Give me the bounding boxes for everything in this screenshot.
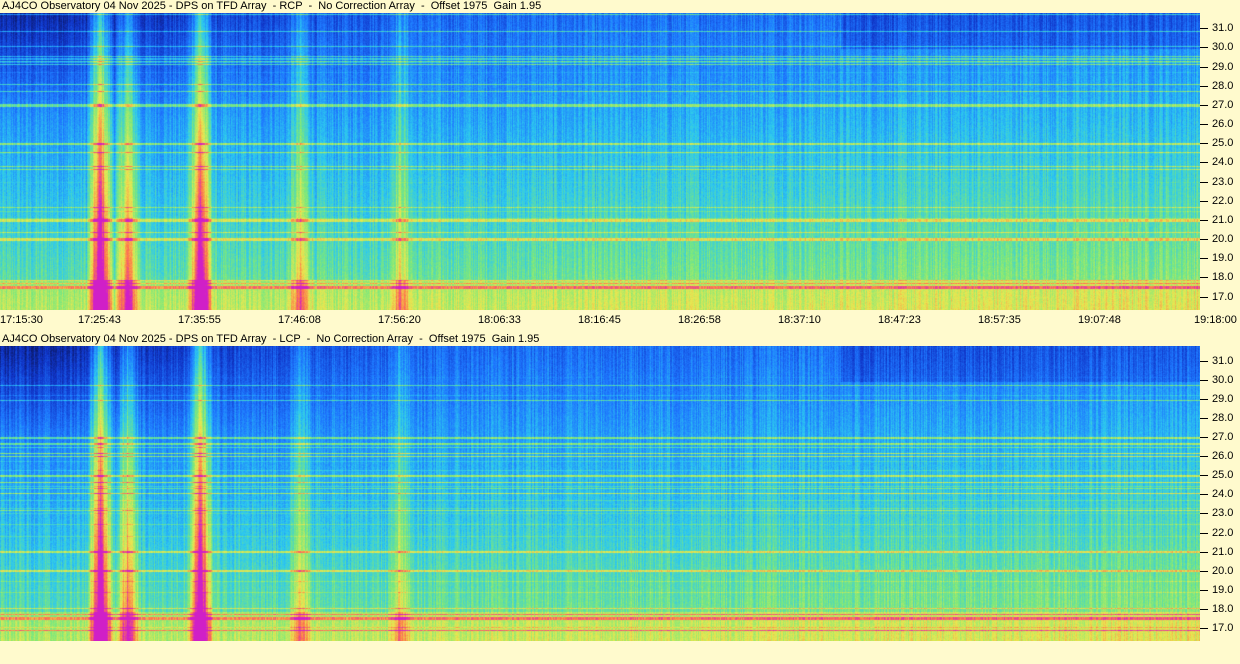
y-tick-mark (1200, 182, 1208, 183)
y-tick-mark (1200, 399, 1208, 400)
y-tick-label: 31.0 (1212, 355, 1234, 367)
y-tick-label: 29.0 (1212, 61, 1234, 73)
y-tick-label: 22.0 (1212, 195, 1234, 207)
x-tick-label: 17:25:43 (78, 314, 121, 326)
y-tick-label: 24.0 (1212, 488, 1234, 500)
y-tick-mark (1200, 494, 1208, 495)
y-tick-label: 17.0 (1212, 291, 1234, 303)
y-tick-label: 20.0 (1212, 233, 1234, 245)
x-tick-label: 17:35:55 (178, 314, 221, 326)
y-tick-label: 25.0 (1212, 469, 1234, 481)
y-tick-mark (1200, 124, 1208, 125)
rcp-panel-title: AJ4CO Observatory 04 Nov 2025 - DPS on T… (0, 0, 1240, 13)
y-tick-label: 27.0 (1212, 99, 1234, 111)
y-tick-label: 21.0 (1212, 214, 1234, 226)
y-tick-label: 22.0 (1212, 527, 1234, 539)
y-tick-label: 30.0 (1212, 41, 1234, 53)
y-tick-label: 28.0 (1212, 412, 1234, 424)
x-tick-label: 17:56:20 (378, 314, 421, 326)
x-tick-label: 17:15:30 (0, 314, 43, 326)
y-tick-mark (1200, 513, 1208, 514)
x-tick-label: 18:37:10 (778, 314, 821, 326)
x-tick-label: 18:57:35 (978, 314, 1021, 326)
x-tick-label: 19:18:00 (1194, 314, 1237, 326)
y-tick-mark (1200, 105, 1208, 106)
x-tick-label: 18:26:58 (678, 314, 721, 326)
y-tick-mark (1200, 47, 1208, 48)
y-tick-mark (1200, 571, 1208, 572)
y-tick-label: 31.0 (1212, 22, 1234, 34)
x-tick-label: 17:46:08 (278, 314, 321, 326)
y-tick-mark (1200, 380, 1208, 381)
y-tick-mark (1200, 361, 1208, 362)
y-tick-mark (1200, 201, 1208, 202)
y-tick-label: 18.0 (1212, 271, 1234, 283)
y-tick-mark (1200, 28, 1208, 29)
y-tick-mark (1200, 628, 1208, 629)
y-tick-mark (1200, 552, 1208, 553)
y-tick-mark (1200, 297, 1208, 298)
y-tick-mark (1200, 475, 1208, 476)
y-tick-label: 21.0 (1212, 546, 1234, 558)
x-tick-label: 18:16:45 (578, 314, 621, 326)
lcp-spectrogram (0, 346, 1200, 641)
y-tick-mark (1200, 86, 1208, 87)
y-tick-label: 23.0 (1212, 507, 1234, 519)
bottom-status-strip (0, 641, 1240, 664)
y-tick-mark (1200, 220, 1208, 221)
lcp-panel-title: AJ4CO Observatory 04 Nov 2025 - DPS on T… (0, 333, 1240, 346)
y-tick-label: 20.0 (1212, 565, 1234, 577)
rcp-time-axis: 17:15:30 17:25:43 17:35:55 17:46:08 17:56:20… (0, 310, 1240, 330)
y-tick-label: 30.0 (1212, 374, 1234, 386)
x-tick-label: 18:47:23 (878, 314, 921, 326)
y-tick-label: 19.0 (1212, 252, 1234, 264)
y-tick-label: 19.0 (1212, 584, 1234, 596)
y-tick-label: 18.0 (1212, 603, 1234, 615)
y-tick-mark (1200, 609, 1208, 610)
y-tick-mark (1200, 418, 1208, 419)
y-tick-mark (1200, 277, 1208, 278)
x-tick-label: 19:07:48 (1078, 314, 1121, 326)
y-tick-mark (1200, 437, 1208, 438)
y-tick-mark (1200, 239, 1208, 240)
y-tick-mark (1200, 67, 1208, 68)
x-tick-label: 18:06:33 (478, 314, 521, 326)
y-tick-label: 28.0 (1212, 80, 1234, 92)
y-tick-mark (1200, 143, 1208, 144)
y-tick-label: 26.0 (1212, 118, 1234, 130)
y-tick-label: 29.0 (1212, 393, 1234, 405)
y-tick-label: 24.0 (1212, 156, 1234, 168)
y-tick-mark (1200, 590, 1208, 591)
y-tick-mark (1200, 533, 1208, 534)
y-tick-mark (1200, 162, 1208, 163)
y-tick-label: 26.0 (1212, 450, 1234, 462)
y-tick-label: 25.0 (1212, 137, 1234, 149)
y-tick-label: 27.0 (1212, 431, 1234, 443)
rcp-spectrogram (0, 13, 1200, 310)
y-tick-mark (1200, 258, 1208, 259)
y-tick-label: 17.0 (1212, 622, 1234, 634)
y-tick-mark (1200, 456, 1208, 457)
y-tick-label: 23.0 (1212, 176, 1234, 188)
